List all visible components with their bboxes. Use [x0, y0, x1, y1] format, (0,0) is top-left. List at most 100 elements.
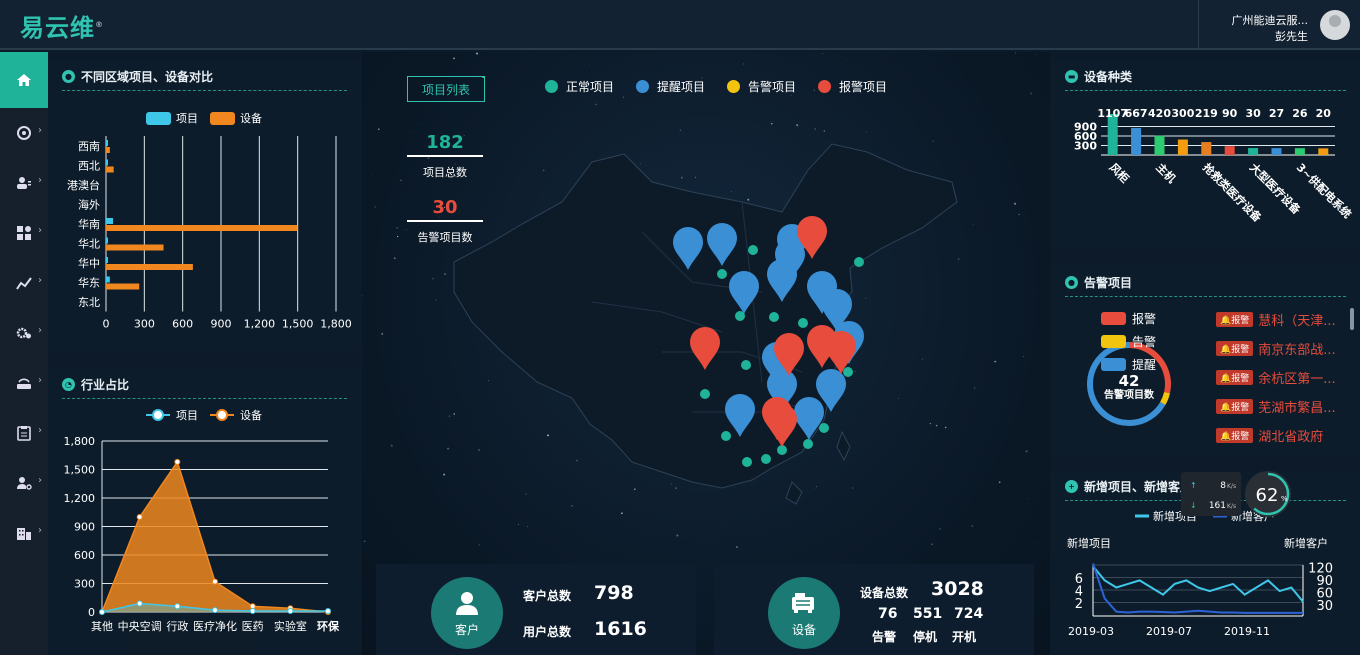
chart-icon [16, 277, 32, 290]
sidebar-item-router[interactable]: › [0, 358, 48, 408]
logo[interactable]: 易云维® [20, 8, 104, 43]
device-bar [1177, 139, 1188, 155]
point-项目 [212, 607, 218, 614]
bar-value-label: 420 [1148, 107, 1171, 120]
x-tick-label: 环保 [317, 619, 340, 633]
alarm-list-item[interactable]: 🔔报警 芜湖市繁昌... [1216, 397, 1336, 416]
bar-项目 [106, 159, 108, 166]
right-y-tick: 120 [1308, 562, 1333, 577]
device-stopped-label: 停机 [913, 630, 938, 644]
alarm-project-name: 湖北省政府 [1258, 430, 1324, 445]
map-hainan [785, 481, 803, 505]
x-tick-label: 600 [172, 318, 193, 331]
donut-center-label: 告警项目数 [1104, 388, 1155, 401]
point-设备 [249, 603, 256, 610]
point-项目 [249, 608, 256, 615]
alarm-list-item[interactable]: 🔔报警 湖北省政府 [1216, 426, 1323, 445]
x-tick-label: 1,500 [282, 318, 314, 331]
x-tick-label: 医疗净化 [193, 619, 237, 633]
bar-项目 [106, 140, 108, 146]
bar-value-label: 30 [1245, 107, 1261, 120]
map-marker-normal [741, 360, 751, 370]
memory-percent: 62 [1256, 485, 1279, 506]
alarm-list-scrollbar[interactable] [1350, 308, 1354, 330]
customer-icon-button[interactable]: 客户 [431, 577, 503, 649]
point-项目 [136, 600, 143, 607]
users-icon [17, 177, 31, 189]
legend-swatch-1 [210, 112, 235, 125]
building-icon [17, 528, 31, 540]
bar-设备 [106, 147, 110, 153]
device-bar [1271, 148, 1282, 155]
alarm-list-item[interactable]: 🔔报警 慧科（天津... [1216, 310, 1336, 329]
x-tick-label: 2019-11 [1224, 625, 1270, 638]
industry-panel: ◔ 行业占比 项目 设备 0 300 600 900 1,200 1,500 1,800 其他 中央… [48, 368, 361, 655]
avatar[interactable] [1320, 10, 1350, 40]
bar-项目 [106, 257, 108, 263]
point-设备 [136, 514, 143, 520]
sidebar-item-grid[interactable]: › [0, 208, 48, 258]
alarm-project-name: 余杭区第一... [1258, 372, 1336, 387]
bar-项目 [106, 218, 114, 224]
y-tick-label: 华北 [78, 237, 100, 251]
bar-设备 [106, 166, 114, 173]
point-项目 [325, 608, 331, 615]
point-设备 [174, 458, 181, 465]
china-map[interactable] [362, 52, 1050, 552]
x-tick-label: 其他 [91, 620, 113, 633]
user-menu[interactable]: 广州能迪云服... 彭先生 [1198, 0, 1360, 50]
alarm-list-item[interactable]: 🔔报警 余杭区第一... [1216, 368, 1336, 387]
x-tick-label: 3~供配电系统 [1294, 160, 1355, 221]
bar-value-label: 26 [1292, 107, 1308, 120]
alarm-donut-chart: 42告警项目数 报警告警提醒 [1087, 311, 1171, 426]
x-tick-label: 900 [211, 318, 232, 331]
company-name: 广州能迪云服... [1231, 14, 1309, 27]
donut-slice-告警 [1160, 391, 1170, 405]
map-marker-normal [721, 431, 731, 441]
upload-arrow-icon: ↑ [1190, 481, 1197, 490]
sidebar-item-users[interactable]: › [0, 158, 48, 208]
map-marker-normal [748, 245, 758, 255]
x-tick-label: 1,800 [320, 318, 352, 331]
person-icon [456, 591, 478, 615]
dashboard-icon [17, 126, 31, 140]
settings-icon [16, 327, 31, 339]
home-icon [17, 74, 31, 86]
network-speed-widget[interactable]: ↑ 8 K/s ↓ 161 K/s 62 % [1181, 470, 1299, 518]
bar-value-label: 300 [1171, 107, 1194, 120]
map-marker-normal [819, 423, 829, 433]
legend-label: 告警 [1132, 334, 1156, 349]
customer-total-value: 798 [594, 582, 634, 604]
bar-value-label: 90 [1222, 107, 1238, 120]
legend-marker-1 [216, 409, 228, 421]
sidebar-item-clipboard[interactable]: › [0, 408, 48, 458]
sidebar-item-building[interactable]: › [0, 508, 48, 558]
clipboard-icon [17, 426, 31, 441]
donut-center-value: 42 [1119, 372, 1140, 390]
user-name: 彭先生 [1275, 30, 1308, 43]
device-alarm-count: 76 [878, 606, 898, 622]
sidebar-item-user-settings[interactable]: › [0, 458, 48, 508]
alarm-list-item[interactable]: 🔔报警 南京东部战... [1216, 339, 1336, 358]
grid-icon [17, 226, 31, 240]
x-tick-label: 1,200 [244, 318, 275, 331]
sidebar-item-settings[interactable]: › [0, 308, 48, 358]
bar-value-label: 20 [1316, 107, 1332, 120]
left-y-tick: 6 [1075, 572, 1083, 587]
device-icon-button[interactable]: 设备 [768, 577, 840, 649]
y-tick-label: 1,500 [64, 464, 96, 477]
alarm-badge: 🔔报警 [1216, 399, 1254, 414]
y-tick-label: 华中 [78, 256, 100, 270]
upload-speed: 8 [1220, 481, 1226, 491]
point-项目 [99, 609, 105, 615]
sidebar-item-dashboard[interactable]: › [0, 108, 48, 158]
user-total-label: 用户总数 [523, 625, 572, 639]
customer-total-label: 客户总数 [523, 589, 572, 603]
right-axis-title: 新增客户 [1284, 536, 1328, 550]
bar-设备 [106, 225, 298, 231]
left-axis-title: 新增项目 [1067, 536, 1111, 550]
device-bar [1294, 148, 1305, 155]
sidebar-item-chart[interactable]: › [0, 258, 48, 308]
x-tick-label: 风柜 [1107, 160, 1132, 185]
sidebar-item-home[interactable] [0, 52, 48, 108]
